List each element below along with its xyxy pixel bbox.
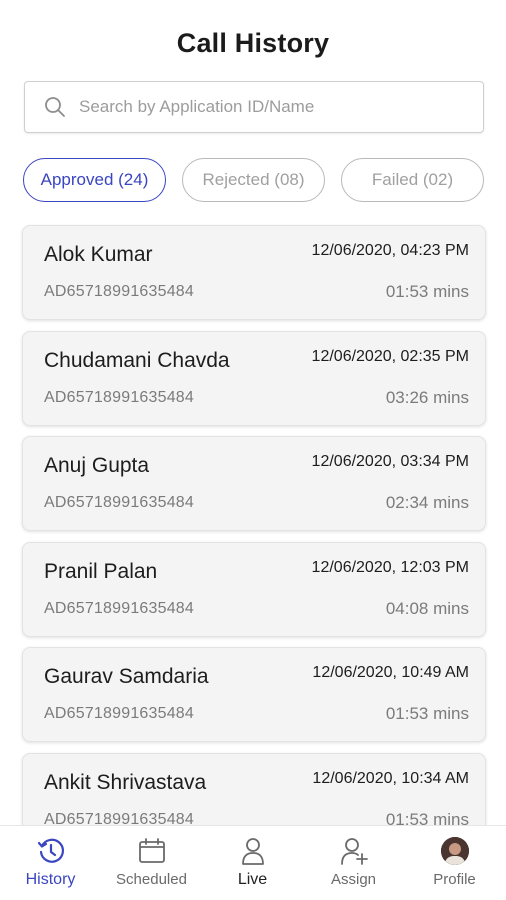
call-datetime: 12/06/2020, 02:35 PM (311, 348, 469, 365)
call-card[interactable]: Anuj Gupta 12/06/2020, 03:34 PM AD657189… (22, 436, 486, 531)
bottom-navigation: History Scheduled Live Assign Profile (0, 825, 506, 900)
call-duration: 01:53 mins (385, 704, 469, 723)
call-datetime: 12/06/2020, 04:23 PM (311, 242, 469, 259)
caller-name: Gaurav Samdaria (44, 665, 209, 688)
search-icon (45, 97, 65, 117)
nav-label: Assign (330, 871, 377, 888)
application-id: AD65718991635484 (44, 283, 195, 300)
call-datetime: 12/06/2020, 10:34 AM (312, 770, 469, 787)
nav-live[interactable]: Live (202, 826, 303, 900)
caller-name: Anuj Gupta (44, 454, 150, 477)
caller-name: Pranil Palan (44, 560, 158, 583)
caller-name: Ankit Shrivastava (44, 771, 207, 794)
call-card[interactable]: Chudamani Chavda 12/06/2020, 02:35 PM AD… (22, 331, 486, 426)
filter-approved[interactable]: Approved (24) (23, 158, 166, 202)
search-bar[interactable] (24, 81, 484, 133)
application-id: AD65718991635484 (44, 600, 195, 617)
application-id: AD65718991635484 (44, 389, 195, 406)
call-duration: 04:08 mins (385, 599, 469, 618)
call-duration: 02:34 mins (385, 493, 469, 512)
nav-label: Scheduled (116, 871, 187, 888)
caller-name: Alok Kumar (44, 243, 153, 266)
calendar-icon (138, 838, 165, 863)
add-user-icon (340, 838, 368, 865)
call-card[interactable]: Alok Kumar 12/06/2020, 04:23 PM AD657189… (22, 225, 486, 320)
nav-label: Profile (433, 871, 476, 888)
call-datetime: 12/06/2020, 03:34 PM (311, 453, 469, 470)
application-id: AD65718991635484 (44, 494, 195, 511)
search-input[interactable] (79, 97, 449, 117)
call-card[interactable]: Pranil Palan 12/06/2020, 12:03 PM AD6571… (22, 542, 486, 637)
call-datetime: 12/06/2020, 12:03 PM (311, 559, 469, 576)
caller-name: Chudamani Chavda (44, 349, 230, 372)
avatar (440, 837, 469, 865)
call-datetime: 12/06/2020, 10:49 AM (312, 664, 469, 681)
filter-rejected[interactable]: Rejected (08) (182, 158, 325, 202)
call-duration: 03:26 mins (385, 388, 469, 407)
nav-assign[interactable]: Assign (303, 826, 404, 900)
nav-label: History (25, 871, 76, 888)
history-clock-icon (37, 838, 64, 863)
filter-failed[interactable]: Failed (02) (341, 158, 484, 202)
application-id: AD65718991635484 (44, 705, 195, 722)
call-card[interactable]: Gaurav Samdaria 12/06/2020, 10:49 AM AD6… (22, 647, 486, 742)
nav-profile[interactable]: Profile (404, 826, 505, 900)
filter-tabs: Approved (24) Rejected (08) Failed (02) (23, 158, 485, 204)
nav-label: Live (237, 871, 268, 888)
call-duration: 01:53 mins (385, 282, 469, 301)
nav-history[interactable]: History (0, 826, 101, 900)
nav-scheduled[interactable]: Scheduled (101, 826, 202, 900)
user-icon (241, 838, 264, 865)
page-title: Call History (176, 28, 330, 58)
